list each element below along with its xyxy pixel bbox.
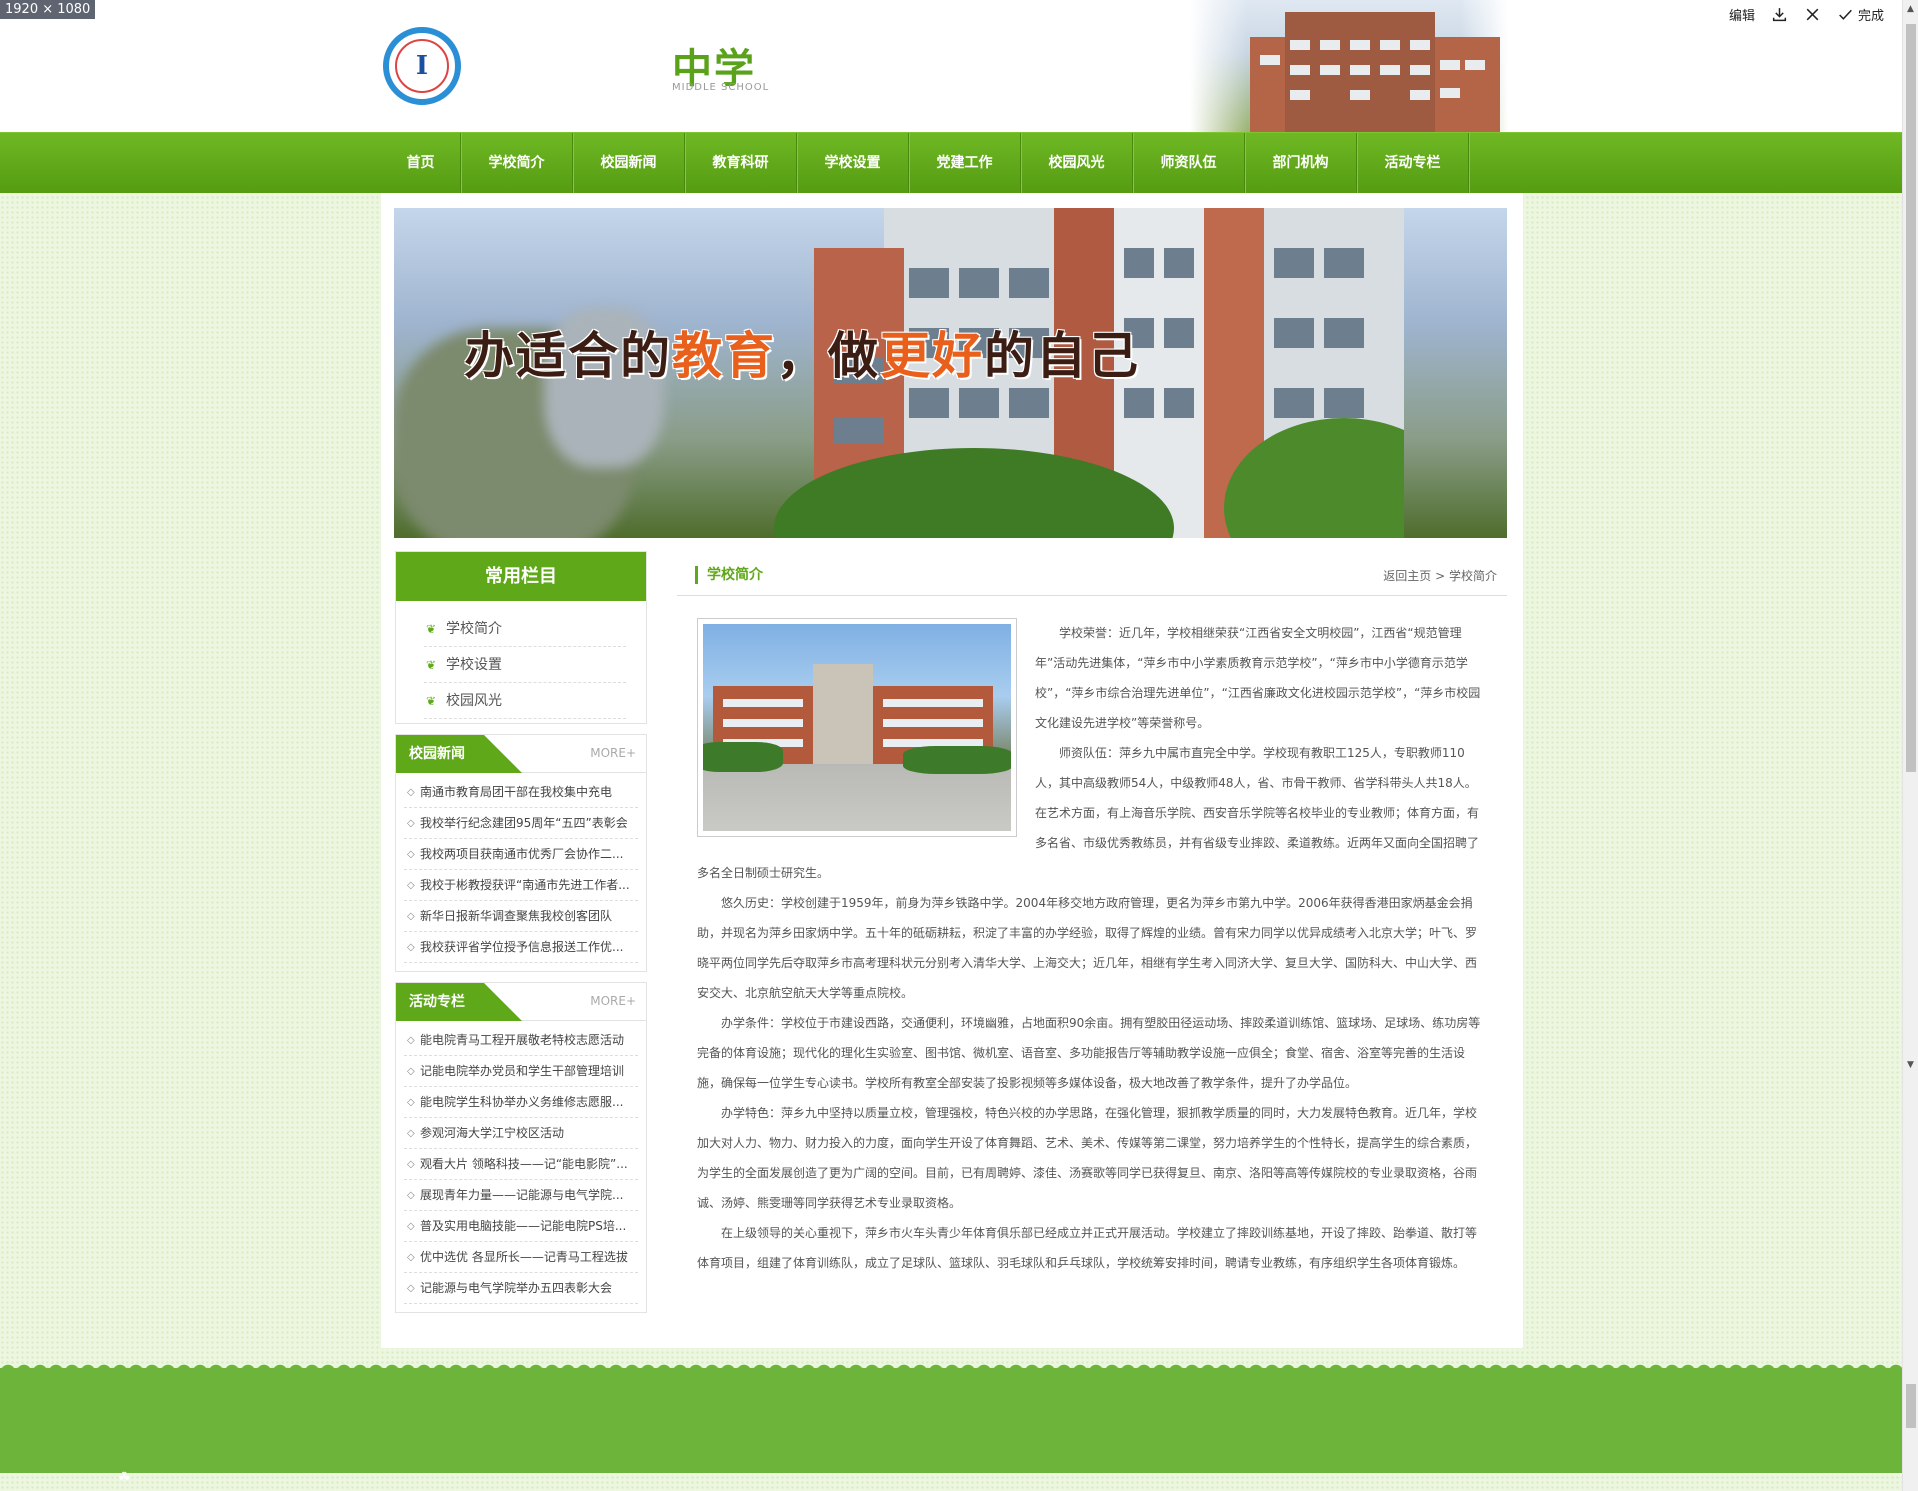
section-title: 学校简介 <box>695 566 763 584</box>
diamond-bullet-icon: ◇ <box>407 1283 415 1294</box>
hero-banner: 办适合的教育，做更好的自己 <box>394 208 1507 538</box>
site-header: I 中学 MIDDLE SCHOOL <box>0 0 1902 132</box>
content-container: 办适合的教育，做更好的自己 常用栏目 ❦ 学校简介 ❦ 学校设置 ❦ 校园风光 校园新… <box>381 193 1523 1348</box>
leaf-icon: ❦ <box>426 694 437 708</box>
school-logo[interactable]: I <box>383 27 461 105</box>
page-scrollbar[interactable]: ▲ ▼ <box>1902 0 1918 1491</box>
nav-item-campus-scenery[interactable]: 校园风光 <box>1021 133 1133 194</box>
activity-list-item[interactable]: ◇ 能电院学生科协举办义务维修志愿服... <box>404 1087 638 1118</box>
activity-title: 活动专栏 <box>396 983 522 1021</box>
diamond-bullet-icon: ◇ <box>407 1097 415 1108</box>
activity-list-item[interactable]: ◇ 普及实用电脑技能——记能电院PS培... <box>404 1211 638 1242</box>
diamond-bullet-icon: ◇ <box>407 942 415 953</box>
diamond-bullet-icon: ◇ <box>407 787 415 798</box>
quick-link-item[interactable]: ❦ 学校简介 <box>424 611 626 647</box>
diamond-bullet-icon: ◇ <box>407 1221 415 1232</box>
viewer-toolbar: 编辑 完成 <box>1729 5 1884 24</box>
nav-item-home[interactable]: 首页 <box>381 133 461 194</box>
nav-item-activities[interactable]: 活动专栏 <box>1357 133 1469 194</box>
activity-more-link[interactable]: MORE+ <box>590 994 636 1008</box>
news-list-item[interactable]: ◇ 我校于彬教授获评“南通市先进工作者... <box>404 870 638 901</box>
nav-item-departments[interactable]: 部门机构 <box>1245 133 1357 194</box>
activity-list-item[interactable]: ◇ 记能源与电气学院举办五四表彰大会 <box>404 1273 638 1304</box>
close-icon <box>1806 8 1819 21</box>
news-list-item[interactable]: ◇ 我校举行纪念建团95周年“五四”表彰会 <box>404 808 638 839</box>
activity-list-item[interactable]: ◇ 优中选优 各显所长——记青马工程选拔 <box>404 1242 638 1273</box>
article-body: 学校荣誉：近几年，学校相继荣获“江西省安全文明校园”，江西省“规范管理年”活动先… <box>677 596 1507 1278</box>
quick-links-box: 常用栏目 ❦ 学校简介 ❦ 学校设置 ❦ 校园风光 <box>395 551 647 724</box>
breadcrumb-current[interactable]: 学校简介 <box>1449 569 1497 583</box>
article-paragraph: 在上级领导的关心重视下，萍乡市火车头青少年体育俱乐部已经成立并正式开展活动。学校… <box>697 1226 1478 1270</box>
diamond-bullet-icon: ◇ <box>407 1128 415 1139</box>
header-building-photo <box>1190 0 1508 132</box>
activity-list-item[interactable]: ◇ 展现青年力量——记能源与电气学院... <box>404 1180 638 1211</box>
diamond-bullet-icon: ◇ <box>407 1066 415 1077</box>
article-paragraph: 办学条件：学校位于市建设西路，交通便利，环境幽雅，占地面积90余亩。拥有塑胶田径… <box>697 1016 1481 1090</box>
banner-slogan: 办适合的教育，做更好的自己 <box>464 326 1140 385</box>
activity-list-item[interactable]: ◇ 参观河海大学江宁校区活动 <box>404 1118 638 1149</box>
sidebar: 常用栏目 ❦ 学校简介 ❦ 学校设置 ❦ 校园风光 校园新闻 MORE+ ◇ 南通市教育… <box>395 551 647 1323</box>
activity-list-item[interactable]: ◇ 观看大片 领略科技——记“能电影院”... <box>404 1149 638 1180</box>
news-list-item[interactable]: ◇ 我校获评省学位授予信息报送工作优... <box>404 932 638 963</box>
activity-box: 活动专栏 MORE+ ◇ 能电院青马工程开展敬老特校志愿活动 ◇ 记能电院举办党员和… <box>395 982 647 1313</box>
scrollbar-thumb-secondary[interactable] <box>1906 1384 1916 1428</box>
diamond-bullet-icon: ◇ <box>407 911 415 922</box>
nav-item-campus-news[interactable]: 校园新闻 <box>573 133 685 194</box>
diamond-bullet-icon: ◇ <box>407 1035 415 1046</box>
download-icon <box>1772 8 1787 22</box>
breadcrumb-home-link[interactable]: 返回主页 <box>1383 569 1431 583</box>
nav-item-faculty[interactable]: 师资队伍 <box>1133 133 1245 194</box>
diamond-bullet-icon: ◇ <box>407 849 415 860</box>
nav-item-research[interactable]: 教育科研 <box>685 133 797 194</box>
download-button[interactable] <box>1771 6 1788 23</box>
diamond-bullet-icon: ◇ <box>407 818 415 829</box>
done-label: 完成 <box>1857 9 1884 24</box>
dimensions-label: 1920 × 1080 <box>0 0 96 19</box>
article-paragraph: 办学特色：萍乡九中坚持以质量立校，管理强校，特色兴校的办学思路，在强化管理，狠抓… <box>697 1106 1478 1210</box>
quick-link-item[interactable]: ❦ 校园风光 <box>424 683 626 719</box>
campus-news-title: 校园新闻 <box>396 735 522 773</box>
quick-link-item[interactable]: ❦ 学校设置 <box>424 647 626 683</box>
activity-list-item[interactable]: ◇ 记能电院举办党员和学生干部管理培训 <box>404 1056 638 1087</box>
nav-item-school-setup[interactable]: 学校设置 <box>797 133 909 194</box>
scrollbar-thumb[interactable] <box>1906 24 1916 772</box>
footer-app-icon[interactable]: ☘ <box>118 1470 131 1486</box>
diamond-bullet-icon: ◇ <box>407 1159 415 1170</box>
breadcrumb: 返回主页 > 学校简介 <box>1383 567 1497 584</box>
leaf-icon: ❦ <box>426 622 437 636</box>
close-button[interactable] <box>1804 6 1821 23</box>
done-button[interactable]: 完成 <box>1837 5 1884 24</box>
nav-item-school-intro[interactable]: 学校简介 <box>461 133 573 194</box>
diamond-bullet-icon: ◇ <box>407 1190 415 1201</box>
diamond-bullet-icon: ◇ <box>407 1252 415 1263</box>
scroll-down-arrow-icon[interactable]: ▼ <box>1907 1060 1914 1070</box>
breadcrumb-separator: > <box>1435 569 1446 583</box>
activity-list-item[interactable]: ◇ 能电院青马工程开展敬老特校志愿活动 <box>404 1025 638 1056</box>
news-list-item[interactable]: ◇ 南通市教育局团干部在我校集中充电 <box>404 777 638 808</box>
diamond-bullet-icon: ◇ <box>407 880 415 891</box>
campus-news-more-link[interactable]: MORE+ <box>590 746 636 760</box>
nav-item-party-work[interactable]: 党建工作 <box>909 133 1021 194</box>
edit-button[interactable]: 编辑 <box>1729 5 1755 24</box>
campus-news-box: 校园新闻 MORE+ ◇ 南通市教育局团干部在我校集中充电 ◇ 我校举行纪念建团95… <box>395 734 647 972</box>
check-icon <box>1839 9 1852 20</box>
main-content: 学校简介 返回主页 > 学校简介 学校荣誉：近几年，学校相继荣获“江西省安全文明… <box>677 551 1507 1278</box>
site-footer <box>0 1368 1902 1473</box>
quick-links-title: 常用栏目 <box>396 552 646 601</box>
site-subtitle: MIDDLE SCHOOL <box>672 82 770 93</box>
article-paragraph: 悠久历史：学校创建于1959年，前身为萍乡铁路中学。2004年移交地方政府管理，… <box>697 896 1478 1000</box>
leaf-icon: ❦ <box>426 658 437 672</box>
school-photo <box>697 618 1017 837</box>
main-nav: 首页 学校简介 校园新闻 教育科研 学校设置 党建工作 校园风光 师资队伍 部门… <box>0 132 1902 194</box>
scroll-up-arrow-icon[interactable]: ▲ <box>1907 4 1914 14</box>
news-list-item[interactable]: ◇ 新华日报新华调查聚焦我校创客团队 <box>404 901 638 932</box>
news-list-item[interactable]: ◇ 我校两项目获南通市优秀厂会协作二... <box>404 839 638 870</box>
